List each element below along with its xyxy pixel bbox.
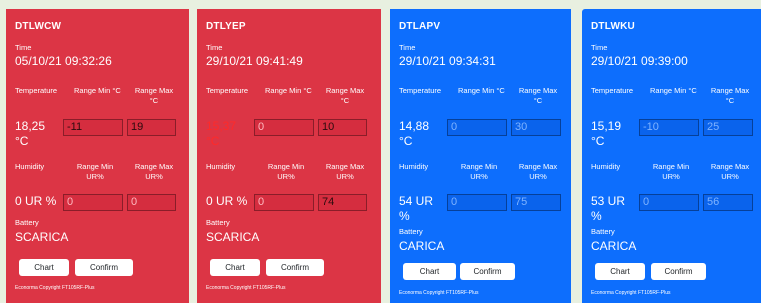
hum-range-max-label: Range Max UR% (710, 162, 750, 181)
copyright-text: Econorma Copyright FT105RF-Plus (591, 290, 671, 296)
hum-range-max-label: Range Max UR% (325, 162, 365, 181)
copyright-text: Econorma Copyright FT105RF-Plus (206, 285, 286, 291)
temperature-value: 15,19 °C (591, 119, 622, 148)
temp-range-min-label: Range Min °C (74, 86, 121, 95)
temp-range-max-label: Range Max °C (710, 86, 750, 105)
humidity-label: Humidity (399, 162, 429, 171)
temp-range-max-label: Range Max °C (518, 86, 558, 105)
confirm-button[interactable]: Confirm (651, 263, 706, 280)
time-label: Time (399, 43, 416, 52)
time-value: 29/10/21 09:39:00 (591, 54, 688, 68)
hum-range-max-input[interactable]: 74 (318, 194, 367, 211)
confirm-button[interactable]: Confirm (75, 259, 133, 276)
hum-range-min-label: Range Min UR% (652, 162, 690, 181)
temp-range-min-input[interactable]: 0 (254, 119, 314, 136)
device-name: DTLYEP (206, 21, 246, 32)
humidity-label: Humidity (15, 162, 45, 171)
sensor-card-dtlyep: DTLYEP Time 29/10/21 09:41:49 Temperatur… (197, 9, 381, 303)
temp-range-max-input[interactable]: 30 (511, 119, 561, 136)
sensor-card-dtlwku: DTLWKU Time 29/10/21 09:39:00 Temperatur… (582, 9, 761, 303)
temperature-value: 14,88 °C (399, 119, 430, 148)
sensor-card-dtlapv: DTLAPV Time 29/10/21 09:34:31 Temperatur… (390, 9, 571, 303)
temp-range-min-label: Range Min °C (650, 86, 697, 95)
humidity-label: Humidity (206, 162, 236, 171)
battery-value: SCARICA (206, 230, 260, 244)
temp-range-min-input[interactable]: -10 (639, 119, 699, 136)
humidity-value: 0 UR % (206, 194, 248, 208)
hum-range-min-input[interactable]: 0 (447, 194, 507, 211)
time-value: 29/10/21 09:34:31 (399, 54, 496, 68)
hum-range-max-label: Range Max UR% (518, 162, 558, 181)
temperature-label: Temperature (15, 86, 58, 95)
temp-range-min-label: Range Min °C (458, 86, 505, 95)
device-name: DTLWKU (591, 21, 635, 32)
confirm-button[interactable]: Confirm (266, 259, 324, 276)
temp-range-max-input[interactable]: 25 (703, 119, 753, 136)
temperature-value: 15,37 °C (206, 119, 237, 148)
battery-label: Battery (206, 218, 230, 227)
hum-range-min-label: Range Min UR% (460, 162, 498, 181)
temp-range-max-label: Range Max °C (325, 86, 365, 105)
time-label: Time (591, 43, 608, 52)
time-value: 05/10/21 09:32:26 (15, 54, 112, 68)
hum-range-max-label: Range Max UR% (134, 162, 174, 181)
chart-button[interactable]: Chart (403, 263, 456, 280)
sensor-card-dtlwcw: DTLWCW Time 05/10/21 09:32:26 Temperatur… (6, 9, 189, 303)
temperature-label: Temperature (399, 86, 442, 95)
temperature-label: Temperature (206, 86, 249, 95)
hum-range-min-label: Range Min UR% (267, 162, 305, 181)
battery-label: Battery (591, 227, 615, 236)
hum-range-min-input[interactable]: 0 (639, 194, 699, 211)
temp-range-max-input[interactable]: 10 (318, 119, 367, 136)
time-value: 29/10/21 09:41:49 (206, 54, 303, 68)
temp-range-max-input[interactable]: 19 (127, 119, 176, 136)
hum-range-min-input[interactable]: 0 (254, 194, 314, 211)
battery-label: Battery (15, 218, 39, 227)
temp-range-max-label: Range Max °C (134, 86, 174, 105)
chart-button[interactable]: Chart (19, 259, 69, 276)
battery-value: CARICA (399, 239, 445, 253)
device-name: DTLWCW (15, 21, 62, 32)
humidity-value: 54 UR% (399, 194, 434, 223)
hum-range-max-input[interactable]: 0 (127, 194, 176, 211)
temp-range-min-label: Range Min °C (265, 86, 312, 95)
humidity-value: 0 UR % (15, 194, 57, 208)
battery-value: SCARICA (15, 230, 69, 244)
temp-range-min-input[interactable]: 0 (447, 119, 507, 136)
hum-range-max-input[interactable]: 75 (511, 194, 561, 211)
temperature-value: 18,25 °C (15, 119, 46, 148)
copyright-text: Econorma Copyright FT105RF-Plus (399, 290, 479, 296)
time-label: Time (15, 43, 32, 52)
hum-range-max-input[interactable]: 56 (703, 194, 753, 211)
chart-button[interactable]: Chart (210, 259, 260, 276)
humidity-value: 53 UR% (591, 194, 626, 223)
temperature-label: Temperature (591, 86, 634, 95)
hum-range-min-input[interactable]: 0 (63, 194, 123, 211)
time-label: Time (206, 43, 223, 52)
hum-range-min-label: Range Min UR% (76, 162, 114, 181)
copyright-text: Econorma Copyright FT105RF-Plus (15, 285, 95, 291)
temp-range-min-input[interactable]: -11 (63, 119, 123, 136)
device-name: DTLAPV (399, 21, 441, 32)
battery-label: Battery (399, 227, 423, 236)
battery-value: CARICA (591, 239, 637, 253)
confirm-button[interactable]: Confirm (460, 263, 515, 280)
chart-button[interactable]: Chart (595, 263, 645, 280)
humidity-label: Humidity (591, 162, 621, 171)
